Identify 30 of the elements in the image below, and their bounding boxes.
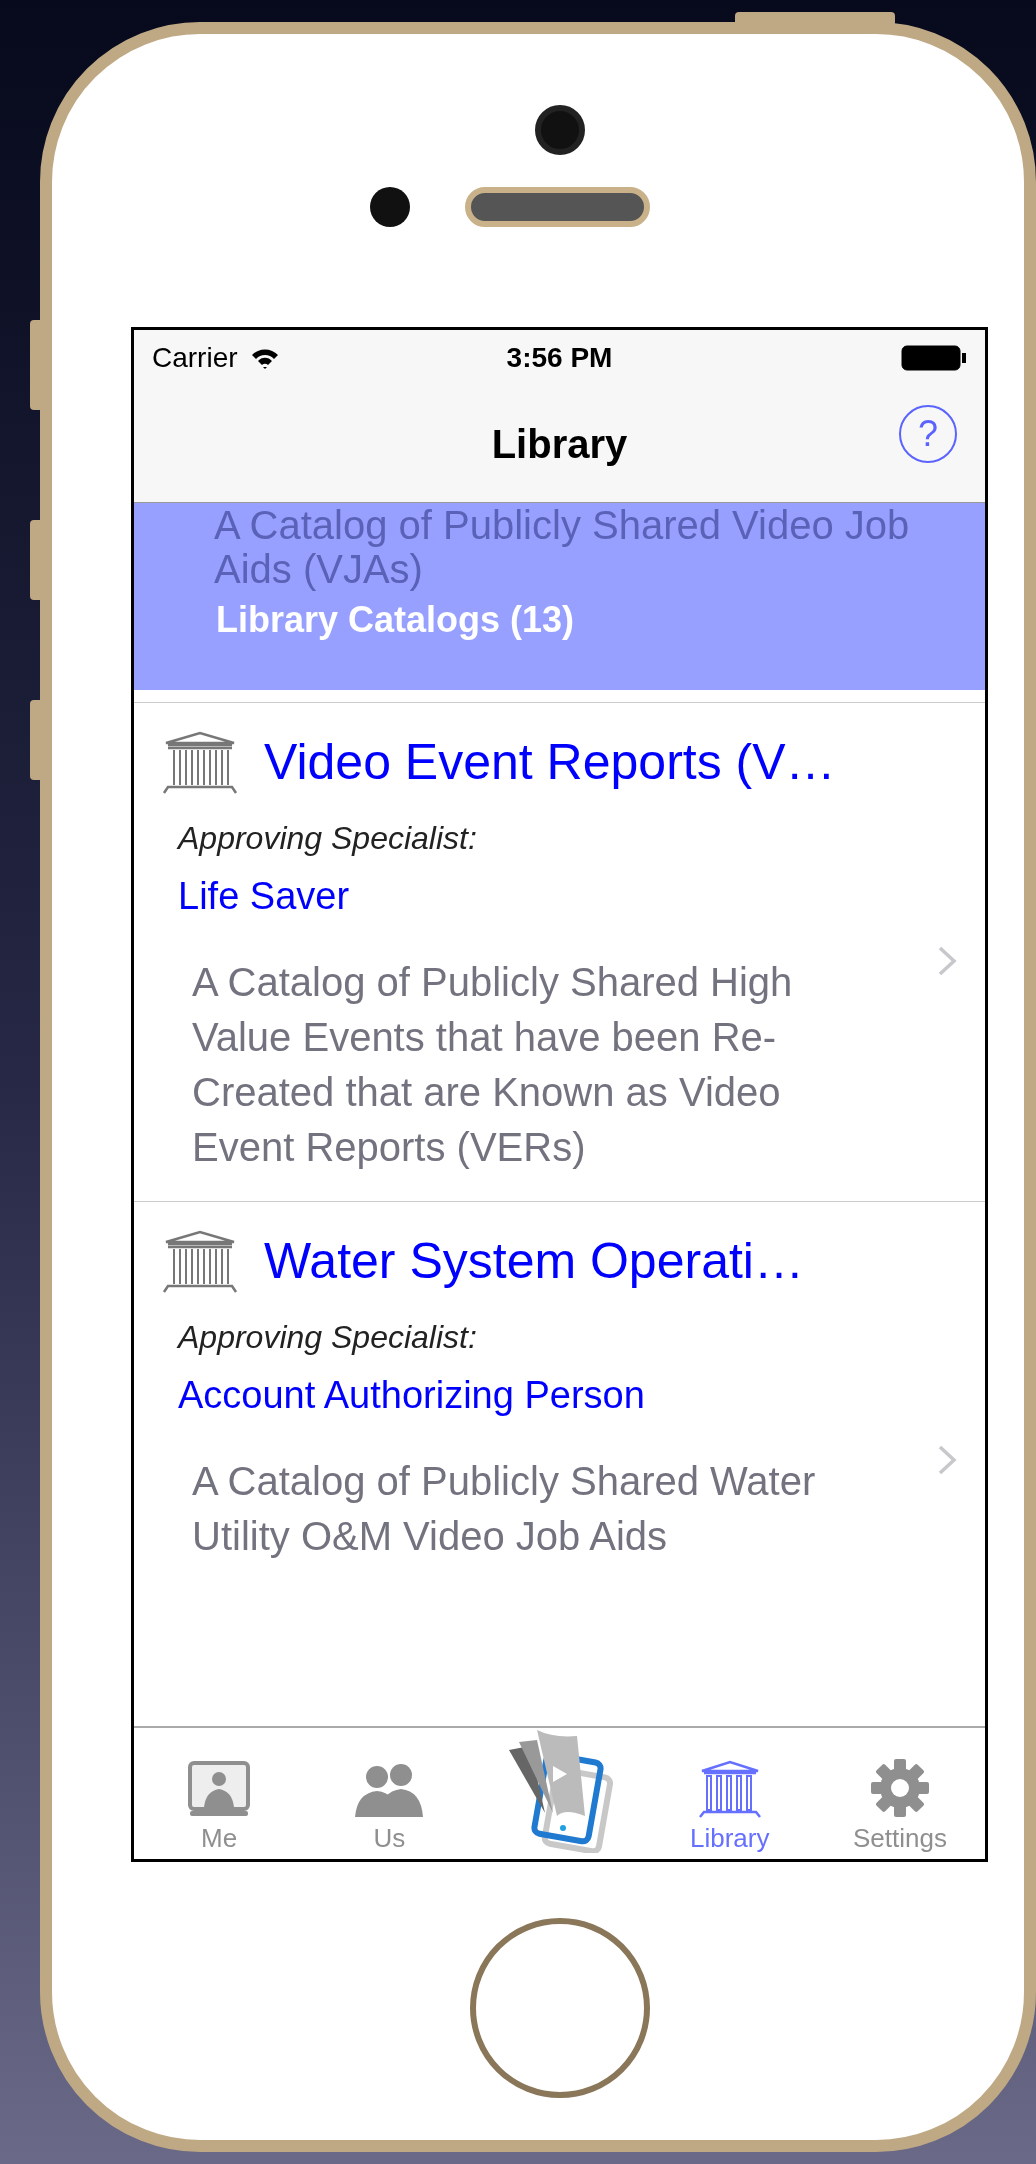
catalog-group-title: Library Catalogs (13)	[216, 598, 576, 642]
carrier-label: Carrier	[152, 340, 238, 375]
settings-icon	[868, 1757, 931, 1819]
chevron-icon	[937, 945, 957, 977]
specialist-label: Approving Specialist:	[178, 819, 478, 858]
person-screen-icon	[188, 1761, 251, 1819]
tab-bar-item[interactable]: Me	[134, 1728, 305, 1859]
specialist-name: Account Authorizing Person	[178, 1373, 646, 1418]
catalog-title: Video Event Reports (V…	[264, 733, 836, 792]
tab-bar-item[interactable]: Settings	[814, 1728, 985, 1859]
nav-title: Library	[491, 420, 628, 468]
clock: 3:56 PM	[506, 340, 613, 375]
catalog-description: A Catalog of Publicly Shared Water Utility O&M Video Job Aids	[192, 1458, 817, 1560]
library-icon	[697, 1759, 762, 1819]
catalog-description: A Catalog of Publicly Shared Video Job Aids (VJAs)	[214, 503, 911, 591]
specialist-name: Life Saver	[178, 874, 351, 919]
selected-catalog-banner[interactable]: A Catalog of Publicly Shared Video Job Aids (VJAs) Library Catalogs (13)	[134, 503, 985, 690]
library-icon	[160, 1229, 240, 1294]
battery-icon	[901, 344, 967, 371]
people-icon	[353, 1761, 426, 1819]
catalog-description: A Catalog of Publicly Shared High Value Events that have been Re-Created that are Known as Video Event Reports (VERs)	[192, 959, 794, 1171]
catalog-row[interactable]: Water System Operati… Approving Specialist: Account Authorizing Person A Catalog of Publicly Shared Water Utility O&M Video Job Aids	[134, 1201, 985, 1590]
tab-bar-item[interactable]: Us	[304, 1728, 475, 1859]
tab-bar-item[interactable]: Library	[644, 1728, 815, 1859]
chevron-icon	[937, 1444, 957, 1476]
library-icon	[160, 730, 240, 795]
catalog-row[interactable]: Video Event Reports (V… Approving Specialist: Life Saver A Catalog of Publicly Shared High Value Events that have been Re-Created that are Known as Video Event Reports (VERs)	[134, 703, 985, 1201]
help-button[interactable]: ?	[899, 405, 957, 463]
catalog-title: Water System Operati…	[264, 1232, 804, 1291]
specialist-label: Approving Specialist:	[178, 1318, 478, 1357]
